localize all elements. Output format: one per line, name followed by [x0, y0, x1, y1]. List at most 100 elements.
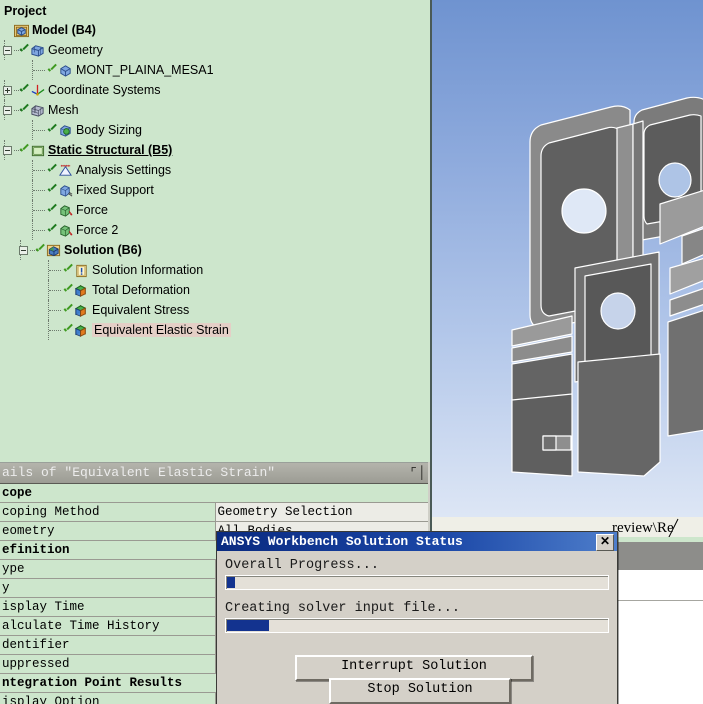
tree-item-1[interactable]: Geometry: [0, 40, 430, 60]
details-property-name: isplay Time: [0, 597, 216, 617]
tree-guide-horizontal: [33, 210, 45, 212]
analysis-branch-icon: [30, 143, 45, 158]
details-section-label: cope: [0, 484, 430, 503]
details-panel-title: ails of "Equivalent Elastic Strain" ⌜│: [0, 463, 430, 484]
tree-item-label: Solution (B6): [64, 243, 142, 257]
tree-guide-horizontal: [49, 310, 61, 312]
overall-progress-bar: [225, 575, 609, 590]
tree-item-14[interactable]: Equivalent Stress: [0, 300, 430, 320]
result-cube-icon: [74, 323, 89, 338]
overall-progress-label: Overall Progress...: [225, 558, 379, 573]
details-property-name: uppressed: [0, 654, 216, 674]
tree-item-0[interactable]: Model (B4): [0, 20, 430, 40]
tree-item-label: Total Deformation: [92, 283, 190, 297]
tree-item-label-wrap: MONT_PLAINA_MESA1: [76, 60, 214, 80]
solid-body-icon: [58, 63, 73, 78]
tree-toggle-minus-icon[interactable]: [3, 46, 12, 55]
tree-item-10[interactable]: Force 2: [0, 220, 430, 240]
dialog-title-text: ANSYS Workbench Solution Status: [221, 534, 463, 549]
outline-tree-panel[interactable]: Project Model (B4) Geometry MONT_PLAINA_ME…: [0, 0, 430, 462]
tree-item-label-wrap: Force: [76, 200, 108, 220]
tree-status-check-icon: [63, 265, 73, 275]
tree-row-container: Model (B4) Geometry MONT_PLAINA_MESA1 Coord…: [0, 20, 430, 340]
tree-status-check-icon: [19, 45, 29, 55]
solution-cube-icon: [46, 243, 61, 258]
tree-item-3[interactable]: Coordinate Systems: [0, 80, 430, 100]
result-cube-icon: [74, 303, 89, 318]
details-property-name: ype: [0, 559, 216, 579]
details-property-name: dentifier: [0, 635, 216, 655]
tree-item-label-wrap: Mesh: [48, 100, 79, 120]
tree-item-label: Force: [76, 203, 108, 217]
tree-status-check-icon: [47, 65, 57, 75]
geometry-viewport[interactable]: [430, 0, 703, 517]
tree-guide-horizontal: [49, 290, 61, 292]
details-property-name: coping Method: [0, 502, 216, 522]
cad-model-graphic: [511, 96, 703, 477]
tree-item-5[interactable]: Body Sizing: [0, 120, 430, 140]
details-property-name: y: [0, 578, 216, 598]
stop-solution-button[interactable]: Stop Solution: [329, 678, 511, 704]
tree-item-label: Solution Information: [92, 263, 204, 277]
tree-status-check-icon: [35, 245, 45, 255]
tree-item-12[interactable]: Solution Information: [0, 260, 430, 280]
tree-item-label-wrap: Static Structural (B5): [48, 140, 172, 160]
tree-status-check-icon: [19, 85, 29, 95]
tree-status-check-icon: [47, 165, 57, 175]
tree-status-check-icon: [63, 285, 73, 295]
details-property-row[interactable]: coping Method Geometry Selection: [0, 502, 430, 522]
overall-progress-fill: [227, 577, 235, 588]
tree-item-15[interactable]: Equivalent Elastic Strain: [0, 320, 430, 340]
solution-info-icon: [74, 263, 89, 278]
tree-item-6[interactable]: Static Structural (B5): [0, 140, 430, 160]
tree-item-label: MONT_PLAINA_MESA1: [76, 63, 214, 77]
tree-status-check-icon: [63, 325, 73, 335]
tree-root-project[interactable]: Project: [0, 0, 430, 20]
details-property-value[interactable]: Geometry Selection: [215, 502, 430, 522]
tree-item-8[interactable]: Fixed Support: [0, 180, 430, 200]
tree-item-label: Fixed Support: [76, 183, 154, 197]
tree-status-check-icon: [63, 305, 73, 315]
force-load-icon: [58, 223, 73, 238]
solution-status-dialog[interactable]: ANSYS Workbench Solution Status ✕ Overal…: [216, 531, 618, 704]
tree-item-4[interactable]: Mesh: [0, 100, 430, 120]
details-property-name: isplay Option: [0, 692, 216, 704]
tree-toggle-plus-icon[interactable]: [3, 86, 12, 95]
model-folder-icon: [14, 23, 29, 38]
tree-status-check-icon: [19, 105, 29, 115]
tree-item-label-wrap: Coordinate Systems: [48, 80, 161, 100]
close-icon[interactable]: ✕: [596, 534, 614, 551]
tree-toggle-minus-icon[interactable]: [3, 146, 12, 155]
tree-item-label: Model (B4): [32, 23, 96, 37]
tree-item-9[interactable]: Force: [0, 200, 430, 220]
pin-icon[interactable]: ⌜│: [410, 466, 426, 480]
force-load-icon: [58, 203, 73, 218]
tree-item-label-wrap: Geometry: [48, 40, 103, 60]
tree-status-check-icon: [47, 185, 57, 195]
current-step-label: Creating solver input file...: [225, 601, 460, 616]
step-progress-bar: [225, 618, 609, 633]
tree-item-13[interactable]: Total Deformation: [0, 280, 430, 300]
tree-item-7[interactable]: Analysis Settings: [0, 160, 430, 180]
details-title-text: ails of "Equivalent Elastic Strain": [2, 465, 276, 480]
tree-item-label: Equivalent Elastic Strain: [92, 323, 231, 337]
tree-item-2[interactable]: MONT_PLAINA_MESA1: [0, 60, 430, 80]
geometry-cube-icon: [30, 43, 45, 58]
body-sizing-icon: [58, 123, 73, 138]
tree-toggle-minus-icon[interactable]: [3, 106, 12, 115]
tree-item-label: Coordinate Systems: [48, 83, 161, 97]
mesh-cube-icon: [30, 103, 45, 118]
tree-item-label-wrap: Fixed Support: [76, 180, 154, 200]
tree-item-11[interactable]: Solution (B6): [0, 240, 430, 260]
tree-item-label-wrap: Total Deformation: [92, 280, 190, 300]
details-property-name: alculate Time History: [0, 616, 216, 636]
fixed-support-icon: [58, 183, 73, 198]
tree-guide-horizontal: [33, 190, 45, 192]
tree-item-label-wrap: Solution (B6): [64, 240, 142, 260]
tree-toggle-minus-icon[interactable]: [19, 246, 28, 255]
dialog-title-bar[interactable]: ANSYS Workbench Solution Status ✕: [217, 532, 617, 551]
tree-guide-horizontal: [33, 230, 45, 232]
tree-item-label: Analysis Settings: [76, 163, 172, 177]
tree-item-label: Geometry: [48, 43, 103, 57]
tree-item-label: Force 2: [76, 223, 119, 237]
